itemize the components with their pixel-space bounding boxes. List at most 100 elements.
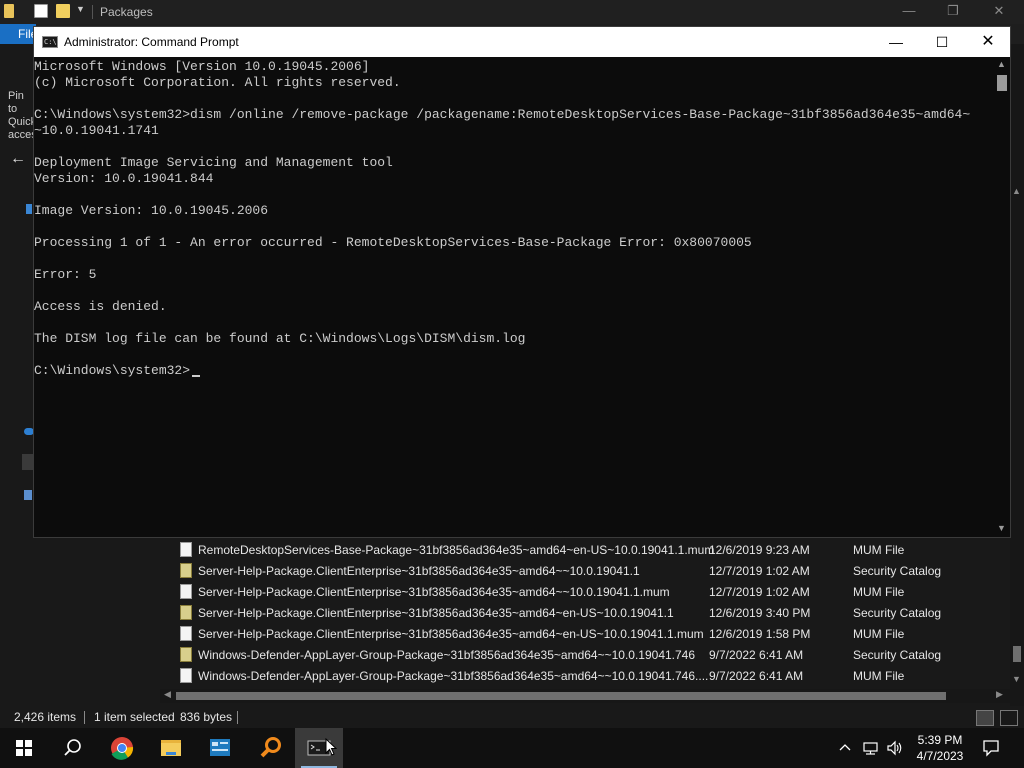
file-explorer-taskbar-button[interactable] bbox=[147, 728, 195, 768]
volume-icon[interactable] bbox=[886, 740, 904, 756]
large-icons-view-button[interactable] bbox=[1000, 710, 1018, 726]
quick-access-icon[interactable] bbox=[26, 204, 32, 214]
title-separator bbox=[92, 5, 93, 19]
file-explorer-icon bbox=[161, 740, 181, 756]
scroll-down-icon[interactable]: ▼ bbox=[1012, 674, 1021, 684]
file-type: MUM File bbox=[853, 627, 905, 641]
file-row[interactable]: RemoteDesktopServices-Base-Package~31bf3… bbox=[160, 539, 1010, 560]
file-date-modified: 12/6/2019 3:40 PM bbox=[709, 606, 811, 620]
file-date-modified: 12/6/2019 1:58 PM bbox=[709, 627, 811, 641]
clock-time: 5:39 PM bbox=[917, 733, 963, 747]
console-line: ~10.0.19041.1741 bbox=[34, 123, 159, 138]
file-icon bbox=[180, 626, 192, 641]
console-line: Image Version: 10.0.19045.2006 bbox=[34, 203, 269, 218]
back-arrow-icon[interactable]: ← bbox=[10, 150, 26, 168]
text-cursor bbox=[192, 375, 201, 377]
horizontal-scroll-thumb[interactable] bbox=[176, 692, 946, 700]
explorer-horizontal-scrollbar[interactable]: ◀ ▶ bbox=[160, 689, 1010, 703]
maximize-button[interactable]: ☐ bbox=[919, 27, 965, 57]
new-folder-icon[interactable] bbox=[56, 4, 70, 18]
chrome-taskbar-button[interactable] bbox=[98, 728, 146, 768]
properties-icon[interactable] bbox=[34, 4, 48, 18]
catalog-icon bbox=[180, 563, 192, 578]
selection-count: 1 item selected bbox=[94, 710, 175, 724]
console-line: Microsoft Windows [Version 10.0.19045.20… bbox=[34, 59, 370, 74]
folder-icon bbox=[4, 4, 14, 18]
close-button[interactable]: ✕ bbox=[965, 27, 1011, 57]
file-name: RemoteDesktopServices-Base-Package~31bf3… bbox=[198, 543, 715, 557]
file-row[interactable]: Windows-Defender-AppLayer-Group-Package~… bbox=[160, 644, 1010, 665]
scroll-thumb[interactable] bbox=[1013, 646, 1021, 662]
command-prompt-title-bar[interactable]: C:\ Administrator: Command Prompt — ☐ ✕ bbox=[34, 27, 1010, 57]
console-scrollbar[interactable]: ▲ ▼ bbox=[994, 57, 1010, 537]
item-count: 2,426 items bbox=[14, 710, 77, 724]
file-date-modified: 9/7/2022 6:41 AM bbox=[709, 669, 804, 683]
clock-date: 4/7/2023 bbox=[916, 749, 964, 763]
catalog-icon bbox=[180, 647, 192, 662]
file-icon bbox=[180, 584, 192, 599]
file-type: MUM File bbox=[853, 543, 905, 557]
file-row[interactable]: Windows-Defender-AppLayer-Group-Package~… bbox=[160, 665, 1010, 686]
console-line: C:\Windows\system32>dism /online /remove… bbox=[34, 107, 971, 122]
command-prompt-window: C:\ Administrator: Command Prompt — ☐ ✕ … bbox=[33, 26, 1011, 538]
explorer-status-bar: 2,426 items 1 item selected 836 bytes bbox=[0, 706, 1024, 728]
scroll-down-icon[interactable]: ▼ bbox=[997, 523, 1006, 533]
console-line: Version: 10.0.19041.844 bbox=[34, 171, 214, 186]
console-line: Access is denied. bbox=[34, 299, 167, 314]
mouse-pointer-icon bbox=[325, 738, 337, 756]
ribbon-tab-file[interactable]: File bbox=[0, 24, 36, 44]
search-app-taskbar-button[interactable] bbox=[246, 728, 294, 768]
command-prompt-icon: C:\ bbox=[42, 36, 58, 48]
selection-size: 836 bytes bbox=[180, 710, 233, 724]
console-line: Processing 1 of 1 - An error occurred - … bbox=[34, 235, 752, 250]
file-name: Windows-Defender-AppLayer-Group-Package~… bbox=[198, 669, 709, 683]
file-row[interactable]: Server-Help-Package.ClientEnterprise~31b… bbox=[160, 581, 1010, 602]
scroll-right-icon[interactable]: ▶ bbox=[996, 689, 1003, 700]
chrome-icon bbox=[111, 737, 134, 760]
details-view-button[interactable] bbox=[976, 710, 994, 726]
command-prompt-title: Administrator: Command Prompt bbox=[64, 35, 239, 49]
network-icon[interactable] bbox=[24, 490, 32, 500]
search-icon bbox=[64, 739, 81, 756]
control-panel-taskbar-button[interactable] bbox=[196, 728, 244, 768]
quick-access-dropdown-icon[interactable]: ▼ bbox=[76, 4, 90, 18]
scroll-up-icon[interactable]: ▲ bbox=[997, 59, 1006, 69]
chevron-up-icon[interactable] bbox=[838, 741, 852, 755]
file-row[interactable]: Server-Help-Package.ClientEnterprise~31b… bbox=[160, 560, 1010, 581]
console-line: C:\Windows\system32> bbox=[34, 363, 201, 379]
file-type: Security Catalog bbox=[853, 564, 942, 578]
console-output[interactable]: Microsoft Windows [Version 10.0.19045.20… bbox=[34, 57, 994, 537]
file-date-modified: 12/7/2019 1:02 AM bbox=[709, 564, 810, 578]
action-center-icon[interactable] bbox=[982, 739, 1000, 757]
status-divider bbox=[84, 711, 85, 724]
windows-logo-icon bbox=[16, 740, 32, 756]
file-icon bbox=[180, 542, 192, 557]
explorer-title: Packages bbox=[100, 5, 153, 19]
file-icon bbox=[180, 668, 192, 683]
taskbar: 5:39 PM 4/7/2023 bbox=[0, 728, 1024, 768]
file-name: Server-Help-Package.ClientEnterprise~31b… bbox=[198, 564, 640, 578]
explorer-close-button[interactable]: ✕ bbox=[984, 2, 1014, 20]
file-type: Security Catalog bbox=[853, 606, 942, 620]
explorer-restore-button[interactable]: ❐ bbox=[938, 2, 968, 20]
file-date-modified: 12/7/2019 1:02 AM bbox=[709, 585, 810, 599]
scroll-up-icon[interactable]: ▲ bbox=[1012, 186, 1021, 196]
scroll-left-icon[interactable]: ◀ bbox=[164, 689, 171, 700]
pin-to-quick-access-button[interactable]: Pin to Quick access bbox=[8, 90, 34, 142]
explorer-vertical-scrollbar[interactable]: ▲ ▼ bbox=[1010, 44, 1024, 706]
status-divider bbox=[237, 711, 238, 724]
file-row[interactable]: Server-Help-Package.ClientEnterprise~31b… bbox=[160, 623, 1010, 644]
file-name: Windows-Defender-AppLayer-Group-Package~… bbox=[198, 648, 696, 662]
file-row[interactable]: Server-Help-Package.ClientEnterprise~31b… bbox=[160, 602, 1010, 623]
minimize-button[interactable]: — bbox=[873, 27, 919, 57]
explorer-minimize-button[interactable]: — bbox=[894, 2, 924, 20]
explorer-nav-pane bbox=[0, 44, 34, 706]
network-icon[interactable] bbox=[862, 740, 880, 756]
file-type: MUM File bbox=[853, 585, 905, 599]
start-button[interactable] bbox=[0, 728, 48, 768]
search-button[interactable] bbox=[48, 728, 96, 768]
catalog-icon bbox=[180, 605, 192, 620]
taskbar-clock[interactable]: 5:39 PM 4/7/2023 bbox=[910, 732, 970, 764]
file-type: MUM File bbox=[853, 669, 905, 683]
console-scroll-thumb[interactable] bbox=[997, 75, 1007, 91]
